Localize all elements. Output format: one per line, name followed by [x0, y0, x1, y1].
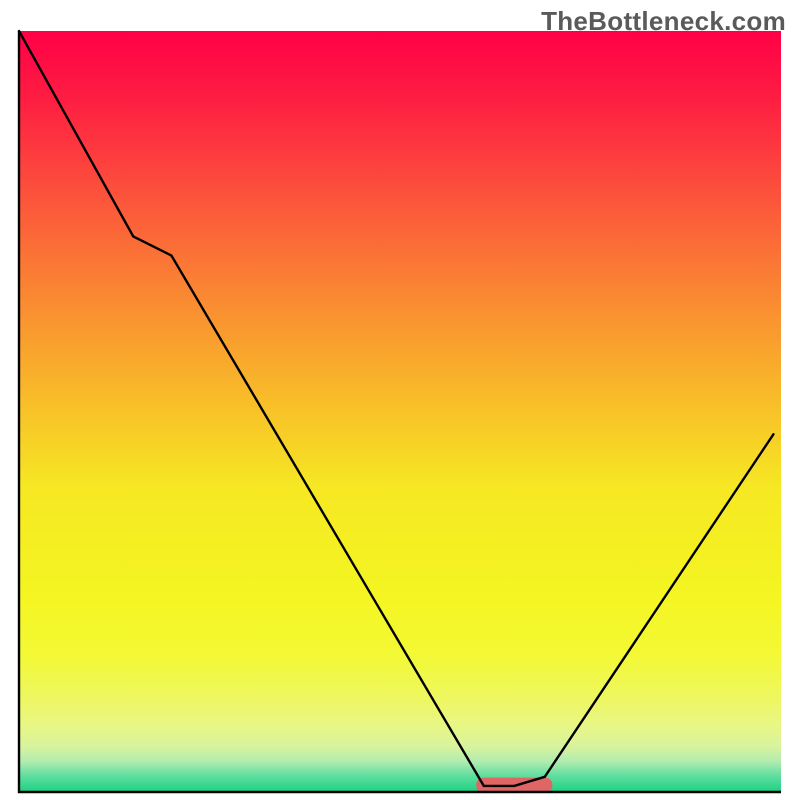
- watermark-label: TheBottleneck.com: [541, 6, 786, 37]
- chart-svg: [0, 0, 800, 800]
- chart-root: TheBottleneck.com: [0, 0, 800, 800]
- gradient-background: [19, 31, 781, 792]
